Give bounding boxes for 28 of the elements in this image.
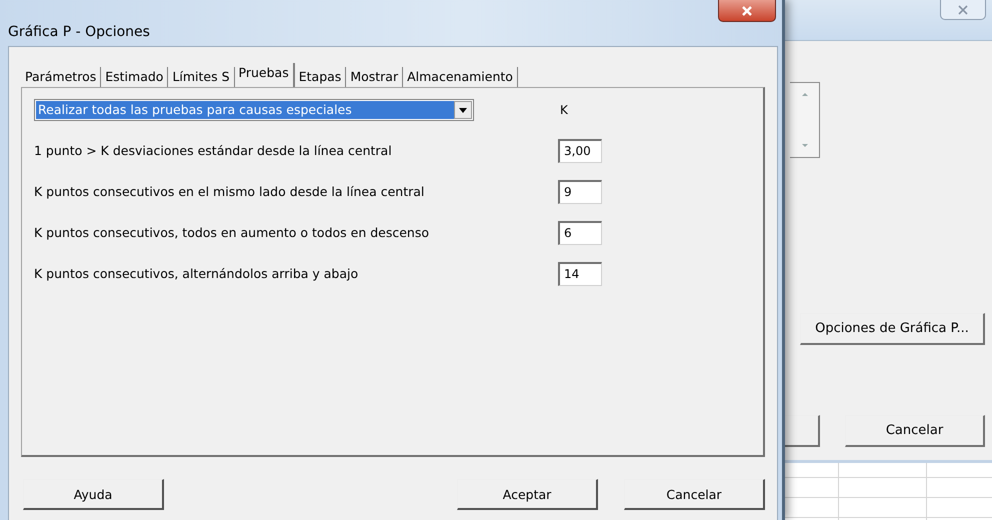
scroll-down-icon xyxy=(800,143,808,149)
ok-button[interactable]: Aceptar xyxy=(457,479,598,510)
test-label: 1 punto > K desviaciones estándar desde la línea central xyxy=(34,143,392,158)
tab[interactable]: Parámetros xyxy=(21,67,102,87)
dropdown-caret-icon xyxy=(459,108,467,112)
tab[interactable]: Mostrar xyxy=(346,67,404,87)
tab[interactable]: Almacenamiento xyxy=(403,67,518,87)
cancel-button[interactable]: Cancelar xyxy=(624,479,765,510)
close-icon xyxy=(739,4,755,16)
k-input-field[interactable]: 9 xyxy=(558,180,602,204)
k-input-field[interactable]: 14 xyxy=(558,262,602,286)
test-label: K puntos consecutivos, alternándolos arriba y abajo xyxy=(34,266,358,281)
close-icon xyxy=(956,4,970,14)
tab[interactable]: Estimado xyxy=(101,67,168,87)
window-title: Gráfica P - Opciones xyxy=(8,24,150,40)
test-mode-dropdown[interactable]: Realizar todas las pruebas para causas especiales xyxy=(34,99,474,121)
k-input-field[interactable]: 6 xyxy=(558,220,602,244)
cancel-button[interactable]: Cancelar xyxy=(845,415,985,447)
scroll-list[interactable] xyxy=(790,82,820,158)
test-label: K puntos consecutivos en el mismo lado desde la línea central xyxy=(34,184,424,199)
help-button[interactable]: Ayuda xyxy=(23,479,164,510)
tab[interactable]: Etapas xyxy=(294,67,346,87)
k-input-field[interactable]: 3,00 xyxy=(558,138,602,162)
scroll-up-icon xyxy=(800,91,808,97)
close-button[interactable] xyxy=(718,0,776,22)
test-label: K puntos consecutivos, todos en aumento o todos en descenso xyxy=(34,225,430,240)
options-button[interactable]: Opciones de Gráfica P... xyxy=(800,313,985,345)
column-header: K xyxy=(560,103,568,117)
